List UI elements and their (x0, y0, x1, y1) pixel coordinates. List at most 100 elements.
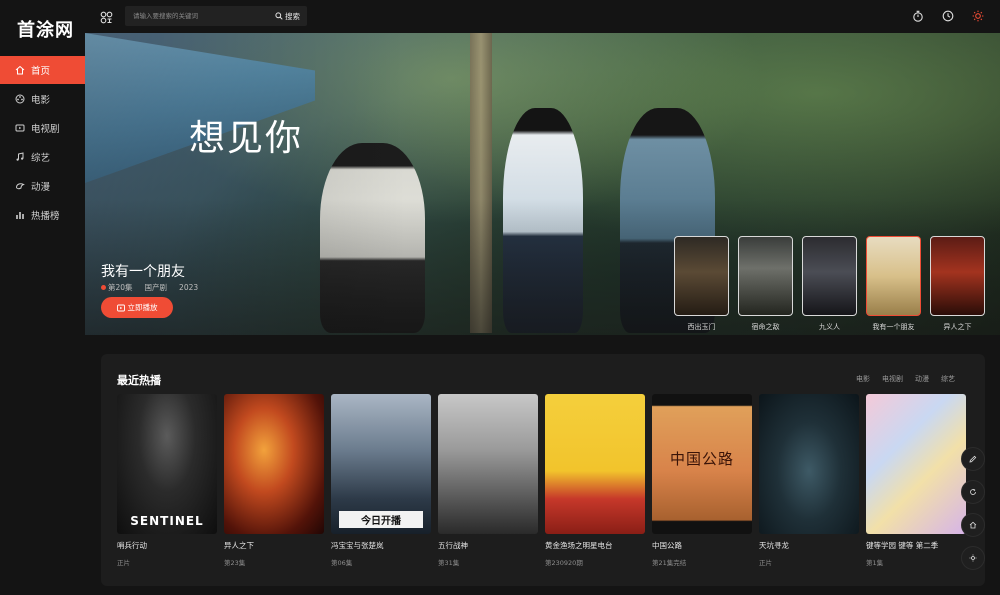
card-title: 天坑寻龙 (759, 541, 789, 550)
banner-thumb[interactable]: 九义人 (802, 236, 857, 332)
card-title: 异人之下 (224, 541, 254, 550)
play-icon (116, 304, 125, 311)
card-poster (224, 394, 324, 534)
card-subtitle: 第06集 (331, 559, 353, 567)
tab-variety[interactable]: 综艺 (941, 374, 955, 384)
home-icon[interactable] (961, 513, 985, 537)
thumb-label: 九义人 (819, 323, 840, 331)
sidebar: 首涂网 首页 电影 电视剧 综艺 动漫 热播榜 (0, 0, 85, 595)
poster-text: 今日开播 (339, 511, 423, 528)
poster-text: SENTINEL (130, 514, 204, 528)
video-card[interactable]: 黄金渔场之明星电台 第230920期 (545, 394, 645, 567)
thumb-label: 西出玉门 (687, 323, 716, 331)
banner-thumb[interactable]: 宿命之敌 (738, 236, 793, 332)
card-subtitle: 第230920期 (545, 559, 583, 567)
section-title: 最近热播 (117, 374, 161, 387)
sidebar-item-label: 电视剧 (31, 124, 60, 135)
thumb-label: 我有一个朋友 (872, 323, 915, 331)
search-button[interactable]: 搜索 (275, 11, 307, 22)
sidebar-item-movie[interactable]: 电影 (0, 85, 85, 113)
video-card[interactable]: SENTINEL 哨兵行动 正片 (117, 394, 217, 567)
sidebar-item-tv[interactable]: 电视剧 (0, 114, 85, 142)
thumb-label: 宿命之敌 (751, 323, 780, 331)
card-poster: 今日开播 (331, 394, 431, 534)
card-subtitle: 正片 (759, 559, 772, 567)
anime-icon (15, 181, 25, 191)
banner-thumb-active[interactable]: 我有一个朋友 (866, 236, 921, 332)
sidebar-item-label: 首页 (31, 66, 51, 77)
search-input[interactable] (125, 12, 275, 20)
card-poster (759, 394, 859, 534)
sidebar-nav: 首页 电影 电视剧 综艺 动漫 热播榜 (0, 56, 85, 230)
banner-year: 2023 (179, 283, 199, 292)
video-card[interactable]: 中国公路 中国公路 第21集完结 (652, 394, 752, 567)
theme-sun-icon[interactable] (961, 546, 985, 570)
video-card[interactable]: 今日开播 冯宝宝与张楚岚 第06集 (331, 394, 431, 567)
video-card[interactable]: 异人之下 第23集 (224, 394, 324, 567)
music-note-icon (15, 152, 25, 162)
card-subtitle: 第21集完结 (652, 559, 687, 567)
play-now-button[interactable]: 立即播放 (101, 297, 173, 318)
card-title: 键等学园 键等 第二季 (866, 541, 939, 550)
refresh-icon[interactable] (961, 480, 985, 504)
sidebar-item-anime[interactable]: 动漫 (0, 172, 85, 200)
banner-thumbnails: 西出玉门 宿命之敌 九义人 我有一个朋友 异人之下 (674, 236, 985, 332)
card-title: 五行战神 (438, 541, 468, 550)
video-card[interactable]: 键等学园 键等 第二季 第1集 (866, 394, 966, 567)
card-poster (438, 394, 538, 534)
sidebar-item-variety[interactable]: 综艺 (0, 143, 85, 171)
banner-region: 国产剧 (144, 283, 168, 292)
card-subtitle: 第31集 (438, 559, 460, 567)
card-poster (545, 394, 645, 534)
banner-title: 我有一个朋友 (101, 264, 185, 280)
video-card[interactable]: 五行战神 第31集 (438, 394, 538, 567)
recent-hot-section: 最近热播 电影 电视剧 动漫 综艺 SENTINEL 哨兵行动 正片 异人之下 … (101, 354, 985, 586)
tab-tv[interactable]: 电视剧 (882, 374, 903, 384)
thumb-poster (738, 236, 793, 316)
card-subtitle: 第23集 (224, 559, 246, 567)
video-card[interactable]: 天坑寻龙 正片 (759, 394, 859, 567)
banner-thumb[interactable]: 异人之下 (930, 236, 985, 332)
history-clock-icon[interactable] (942, 10, 954, 22)
thumb-poster (802, 236, 857, 316)
thumb-poster (674, 236, 729, 316)
chart-bars-icon (15, 210, 25, 220)
theme-sun-icon[interactable] (972, 10, 984, 22)
tv-icon (15, 123, 25, 133)
film-reel-icon (15, 94, 25, 104)
sidebar-item-ranking[interactable]: 热播榜 (0, 201, 85, 229)
search-button-label: 搜索 (285, 11, 300, 21)
thumb-poster (866, 236, 921, 316)
card-poster: 中国公路 (652, 394, 752, 534)
hero-banner[interactable]: 想见你 我有一个朋友 第20集 国产剧 2023 立即播放 西出玉门 宿命之敌 … (85, 33, 1000, 335)
home-icon (15, 65, 25, 75)
card-poster (866, 394, 966, 534)
edit-icon[interactable] (961, 447, 985, 471)
sidebar-item-label: 动漫 (31, 182, 51, 193)
card-poster: SENTINEL (117, 394, 217, 534)
card-title: 冯宝宝与张楚岚 (331, 541, 384, 550)
banner-calligraphy-title: 想见你 (189, 118, 304, 159)
search-icon (275, 12, 283, 20)
tab-movie[interactable]: 电影 (856, 374, 870, 384)
card-title: 中国公路 (652, 541, 682, 550)
stopwatch-icon[interactable] (912, 10, 924, 22)
card-subtitle: 正片 (117, 559, 130, 567)
apps-grid-icon[interactable] (100, 9, 113, 24)
sidebar-item-label: 热播榜 (31, 211, 60, 222)
top-icons (912, 10, 984, 22)
episode-badge: 第20集 (101, 282, 133, 293)
site-logo[interactable]: 首涂网 (17, 16, 74, 42)
thumb-label: 异人之下 (943, 323, 972, 331)
sidebar-item-label: 综艺 (31, 153, 51, 164)
section-tabs: 电影 电视剧 动漫 综艺 (856, 374, 955, 384)
poster-text: 中国公路 (669, 450, 734, 468)
tab-anime[interactable]: 动漫 (915, 374, 929, 384)
banner-thumb[interactable]: 西出玉门 (674, 236, 729, 332)
search-bar: 搜索 (125, 6, 307, 26)
status-dot-icon (101, 285, 106, 290)
floating-tools (961, 447, 985, 570)
sidebar-item-label: 电影 (31, 95, 51, 106)
banner-meta: 第20集 国产剧 2023 (101, 282, 198, 293)
sidebar-item-home[interactable]: 首页 (0, 56, 85, 84)
